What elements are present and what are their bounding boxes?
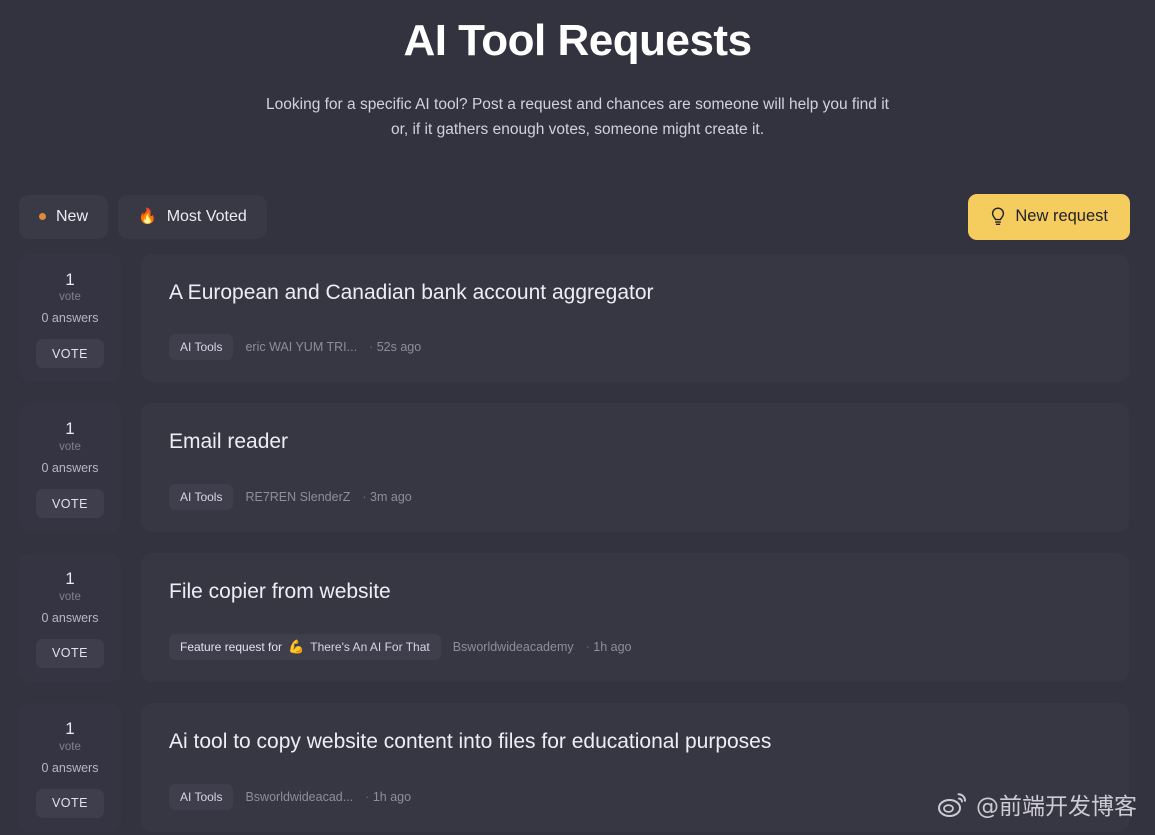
vote-count: 1 — [65, 718, 75, 738]
new-request-button[interactable]: New request — [968, 193, 1130, 240]
answers-count: 0 answers — [41, 610, 99, 625]
request-author: eric WAI YUM TRI... — [245, 340, 358, 355]
fire-icon: 🔥 — [138, 208, 157, 226]
request-meta: AI Tools Bsworldwideacad... · 1h ago — [169, 783, 1101, 810]
page-header: AI Tool Requests Looking for a specific … — [0, 0, 1155, 143]
request-card[interactable]: File copier from website Feature request… — [141, 553, 1129, 682]
answers-count: 0 answers — [41, 760, 99, 775]
request-time: · 3m ago — [362, 490, 412, 505]
vote-panel: 1 vote 0 answers VOTE — [19, 553, 121, 682]
badge-label: AI Tools — [180, 490, 223, 505]
tab-most-voted[interactable]: 🔥 Most Voted — [118, 194, 267, 239]
badge-label: There's An AI For That — [310, 639, 430, 654]
answers-count: 0 answers — [41, 461, 99, 476]
vote-panel: 1 vote 0 answers VOTE — [19, 403, 121, 533]
request-meta: Feature request for 💪 There's An AI For … — [169, 633, 1101, 660]
tab-most-voted-label: Most Voted — [166, 207, 247, 225]
request-card[interactable]: A European and Canadian bank account agg… — [141, 253, 1129, 383]
category-badge[interactable]: AI Tools — [169, 783, 234, 810]
category-badge[interactable]: AI Tools — [169, 334, 234, 361]
request-row: 1 vote 0 answers VOTE A European and Can… — [19, 253, 1155, 383]
tab-group: New 🔥 Most Voted — [19, 194, 267, 239]
request-card[interactable]: Ai tool to copy website content into fil… — [141, 702, 1129, 832]
new-request-label: New request — [1015, 207, 1108, 226]
badge-label: AI Tools — [180, 789, 223, 804]
request-title: File copier from website — [169, 580, 391, 604]
request-title: A European and Canadian bank account agg… — [169, 280, 654, 304]
request-card[interactable]: Email reader AI Tools RE7REN SlenderZ · … — [141, 403, 1129, 533]
request-title: Email reader — [169, 430, 289, 454]
request-meta: AI Tools eric WAI YUM TRI... · 52s ago — [169, 334, 1101, 361]
request-time: · 1h ago — [585, 639, 632, 654]
request-author: Bsworldwideacad... — [245, 789, 354, 804]
vote-panel: 1 vote 0 answers VOTE — [19, 702, 121, 832]
request-author: Bsworldwideacademy — [452, 639, 574, 654]
answers-count: 0 answers — [41, 311, 99, 326]
page-subtitle: Looking for a specific AI tool? Post a r… — [266, 96, 889, 138]
feature-request-badge[interactable]: Feature request for 💪 There's An AI For … — [169, 633, 441, 660]
request-meta: AI Tools RE7REN SlenderZ · 3m ago — [169, 484, 1101, 511]
vote-button[interactable]: VOTE — [36, 788, 104, 818]
badge-label: AI Tools — [180, 340, 223, 355]
badge-prefix: Feature request for — [180, 639, 283, 654]
toolbar: New 🔥 Most Voted New request — [0, 193, 1155, 240]
orange-dot-icon — [39, 213, 46, 221]
vote-word: vote — [59, 291, 81, 304]
vote-count: 1 — [65, 269, 75, 289]
request-row: 1 vote 0 answers VOTE Ai tool to copy we… — [19, 702, 1155, 832]
request-time: · 52s ago — [369, 340, 422, 355]
vote-word: vote — [59, 441, 81, 454]
vote-count: 1 — [65, 419, 75, 439]
flexed-biceps-icon: 💪 — [288, 639, 305, 655]
tab-new-label: New — [56, 207, 89, 225]
request-title: Ai tool to copy website content into fil… — [169, 729, 772, 753]
vote-button[interactable]: VOTE — [36, 339, 104, 369]
request-time: · 1h ago — [365, 789, 412, 804]
category-badge[interactable]: AI Tools — [169, 484, 234, 511]
request-row: 1 vote 0 answers VOTE File copier from w… — [19, 553, 1155, 682]
page-title: AI Tool Requests — [403, 16, 752, 65]
vote-panel: 1 vote 0 answers VOTE — [19, 253, 121, 383]
lightbulb-icon — [990, 207, 1006, 226]
tab-new[interactable]: New — [19, 194, 109, 239]
vote-word: vote — [59, 590, 81, 603]
request-row: 1 vote 0 answers VOTE Email reader AI To… — [19, 403, 1155, 533]
request-list: 1 vote 0 answers VOTE A European and Can… — [0, 253, 1155, 832]
vote-button[interactable]: VOTE — [36, 638, 104, 668]
vote-button[interactable]: VOTE — [36, 489, 104, 519]
vote-word: vote — [59, 740, 81, 753]
vote-count: 1 — [65, 569, 75, 589]
request-author: RE7REN SlenderZ — [245, 490, 351, 505]
